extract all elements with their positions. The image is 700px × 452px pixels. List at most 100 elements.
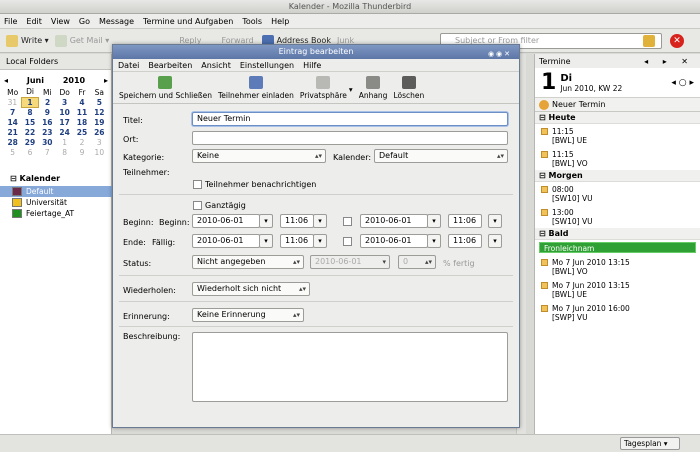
mini-cal-day[interactable]: 30 — [39, 137, 56, 147]
menu-go[interactable]: Go — [79, 17, 90, 26]
window-controls-icon[interactable]: ◉◉✕ — [485, 47, 515, 58]
menu-view[interactable]: View — [51, 17, 70, 26]
end-date-dropdown[interactable]: ▾ — [259, 234, 273, 248]
attach-button[interactable]: Anhang — [359, 76, 387, 100]
percent-input[interactable]: 0 ▴▾ — [398, 255, 436, 269]
mini-cal-day[interactable]: 8 — [21, 107, 38, 117]
mini-cal-day[interactable]: 9 — [73, 147, 90, 157]
get-mail-button[interactable]: Get Mail ▾ — [54, 34, 109, 47]
mini-cal-day[interactable]: 24 — [56, 127, 73, 137]
allday-checkbox[interactable] — [193, 201, 202, 210]
mini-cal-day[interactable]: 22 — [21, 127, 38, 137]
mini-cal-day[interactable]: 10 — [91, 147, 108, 157]
reminder-select[interactable]: Keine Erinnerung ▴▾ — [192, 308, 304, 322]
today-nav-icons[interactable]: ◂ ▸ ✕ — [644, 57, 694, 66]
mini-cal-day[interactable]: 12 — [91, 107, 108, 117]
holiday-item[interactable]: Fronleichnam — [539, 242, 696, 253]
mini-cal-day[interactable]: 17 — [56, 117, 73, 127]
privacy-dropdown-icon[interactable]: ▾ — [349, 85, 353, 94]
delete-button[interactable]: Löschen — [393, 76, 424, 100]
next-month-icon[interactable]: ▸ — [104, 76, 108, 85]
mini-cal-day[interactable]: 26 — [91, 127, 108, 137]
calendar-item-default[interactable]: Default — [0, 186, 112, 197]
menu-help[interactable]: Help — [271, 17, 289, 26]
begin-time-dropdown[interactable]: ▾ — [313, 214, 327, 228]
begin2-date-input[interactable]: 2010-06-01 — [360, 214, 428, 228]
title-input[interactable]: Neuer Termin — [192, 112, 508, 126]
mini-cal-day[interactable]: 19 — [91, 117, 108, 127]
mini-cal-day[interactable]: 25 — [73, 127, 90, 137]
mini-cal-year[interactable]: 2010 — [63, 76, 85, 85]
notify-checkbox[interactable] — [193, 180, 202, 189]
menu-tools[interactable]: Tools — [242, 17, 262, 26]
mini-cal-day[interactable]: 4 — [73, 97, 90, 107]
mini-cal-day[interactable]: 15 — [21, 117, 38, 127]
calendar-item-universitaet[interactable]: Universität — [0, 197, 112, 208]
description-textarea[interactable] — [192, 332, 508, 402]
mini-cal-day[interactable]: 5 — [4, 147, 21, 157]
end-date-input[interactable]: 2010-06-01 — [192, 234, 260, 248]
dialog-menu-hilfe[interactable]: Hilfe — [303, 61, 321, 70]
dialog-menu-einstellungen[interactable]: Einstellungen — [240, 61, 294, 70]
mini-cal-day[interactable]: 28 — [4, 137, 21, 147]
dialog-menu-datei[interactable]: Datei — [118, 61, 139, 70]
category-select[interactable]: Keine ▴▾ — [192, 149, 326, 163]
mini-cal-month[interactable]: Juni — [27, 76, 44, 85]
menu-edit[interactable]: Edit — [26, 17, 42, 26]
mini-cal-day[interactable]: 14 — [4, 117, 21, 127]
location-input[interactable] — [192, 131, 508, 145]
mini-cal-day[interactable]: 6 — [21, 147, 38, 157]
status-date-select[interactable]: 2010-06-01 ▾ — [310, 255, 390, 269]
end-time-dropdown[interactable]: ▾ — [313, 234, 327, 248]
calendar-list-header[interactable]: ⊟ Kalender — [0, 172, 112, 186]
agenda-item[interactable]: 11:15 [BWL] VO — [535, 147, 700, 170]
mini-cal-day[interactable]: 7 — [4, 107, 21, 117]
mini-cal-day[interactable]: 3 — [56, 97, 73, 107]
end-timezone-checkbox[interactable] — [343, 237, 352, 246]
dialog-menu-ansicht[interactable]: Ansicht — [201, 61, 231, 70]
stop-icon[interactable]: ✕ — [670, 34, 684, 48]
folder-pane-header[interactable]: Local Folders — [0, 54, 111, 70]
repeat-select[interactable]: Wiederholt sich nicht ▴▾ — [192, 282, 310, 296]
save-close-button[interactable]: Speichern und Schließen — [119, 76, 212, 100]
agenda-item[interactable]: Mo 7 Jun 2010 16:00 [SWP] VU — [535, 301, 700, 324]
calendar-item-feiertage[interactable]: Feiertage_AT — [0, 208, 112, 219]
mini-cal-day[interactable]: 21 — [4, 127, 21, 137]
begin-time-input[interactable]: 11:06 — [280, 214, 314, 228]
privacy-button[interactable]: Privatsphäre — [300, 76, 347, 100]
end2-date-dropdown[interactable]: ▾ — [427, 234, 441, 248]
mini-cal-day[interactable]: 2 — [39, 97, 56, 107]
view-selector[interactable]: Tagesplan ▾ — [620, 437, 680, 450]
clear-search-icon[interactable] — [643, 35, 655, 47]
prev-month-icon[interactable]: ◂ — [4, 76, 8, 85]
agenda-item[interactable]: Mo 7 Jun 2010 13:15 [BWL] UE — [535, 278, 700, 301]
mini-cal-day[interactable]: 16 — [39, 117, 56, 127]
mini-cal-day[interactable]: 9 — [39, 107, 56, 117]
dialog-menu-bearbeiten[interactable]: Bearbeiten — [148, 61, 192, 70]
end-time-input[interactable]: 11:06 — [280, 234, 314, 248]
begin2-time-input[interactable]: 11:06 — [448, 214, 482, 228]
mini-cal-day[interactable]: 11 — [73, 107, 90, 117]
write-button[interactable]: Write ▾ — [6, 34, 49, 47]
end2-time-input[interactable]: 11:06 — [448, 234, 482, 248]
agenda-item[interactable]: 13:00 [SW10] VU — [535, 205, 700, 228]
mini-cal-day[interactable]: 18 — [73, 117, 90, 127]
begin-timezone-checkbox[interactable] — [343, 217, 352, 226]
begin-date-dropdown[interactable]: ▾ — [259, 214, 273, 228]
mini-cal-day[interactable]: 2 — [73, 137, 90, 147]
status-select[interactable]: Nicht angegeben ▴▾ — [192, 255, 304, 269]
menu-message[interactable]: Message — [99, 17, 134, 26]
begin-date-input[interactable]: 2010-06-01 — [192, 214, 260, 228]
mini-cal-day[interactable]: 8 — [56, 147, 73, 157]
section-tomorrow[interactable]: ⊟ Morgen — [535, 170, 700, 182]
mini-cal-day[interactable]: 3 — [91, 137, 108, 147]
menu-file[interactable]: File — [4, 17, 17, 26]
mini-cal-day[interactable]: 23 — [39, 127, 56, 137]
mini-cal-day-today[interactable]: 1 — [20, 96, 40, 108]
calendar-select[interactable]: Default ▴▾ — [374, 149, 508, 163]
agenda-item[interactable]: 11:15 [BWL] UE — [535, 124, 700, 147]
new-event-button[interactable]: Neuer Termin — [535, 98, 700, 112]
begin2-date-dropdown[interactable]: ▾ — [427, 214, 441, 228]
mini-cal-day[interactable]: 29 — [21, 137, 38, 147]
mini-cal-day[interactable]: 5 — [91, 97, 108, 107]
